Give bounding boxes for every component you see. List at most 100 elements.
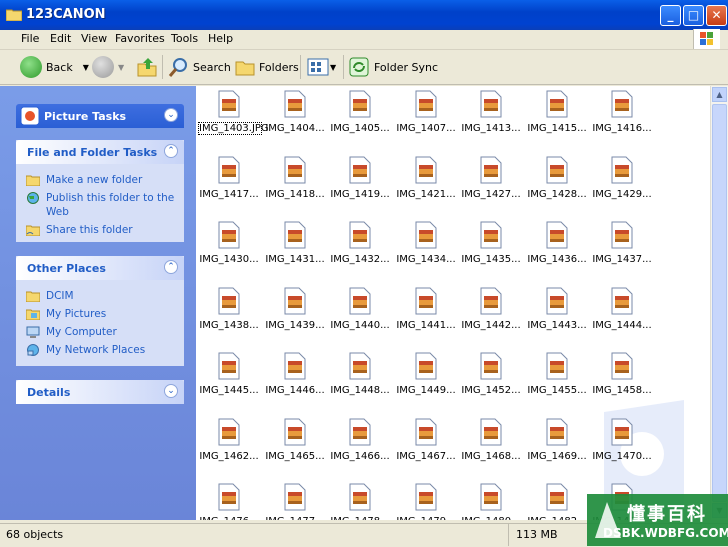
my-pictures-link[interactable]: My Pictures (26, 307, 176, 321)
views-button[interactable]: ▼ (306, 54, 336, 80)
image-file-icon (415, 418, 437, 446)
title-bar[interactable]: 123CANON _ □ ✕ (0, 0, 728, 30)
file-item[interactable]: IMG_1428... (526, 154, 588, 214)
file-item[interactable]: IMG_1482... (526, 481, 588, 520)
make-new-folder-link[interactable]: Make a new folder (26, 173, 176, 187)
file-item[interactable]: IMG_1427... (460, 154, 522, 214)
file-item[interactable]: IMG_1466... (329, 416, 391, 476)
file-item[interactable]: IMG_1443... (526, 285, 588, 345)
my-pictures-icon (26, 309, 40, 320)
file-item[interactable]: IMG_1439... (264, 285, 326, 345)
file-item[interactable]: IMG_1407... (395, 88, 457, 148)
my-network-places-link[interactable]: My Network Places (26, 343, 176, 357)
file-item[interactable]: IMG_1404... (264, 88, 326, 148)
scroll-up-button[interactable]: ▲ (712, 87, 727, 102)
my-computer-link[interactable]: My Computer (26, 325, 176, 339)
menu-help[interactable]: Help (208, 32, 233, 45)
file-item[interactable]: IMG_1444... (591, 285, 653, 345)
file-item[interactable]: IMG_1429... (591, 154, 653, 214)
image-file-icon (218, 352, 240, 380)
file-item[interactable]: IMG_1479... (395, 481, 457, 520)
forward-button[interactable]: ▼ (92, 54, 124, 80)
network-icon (27, 344, 39, 356)
folder-sync-button[interactable]: Folder Sync (348, 54, 438, 80)
file-item[interactable]: IMG_1465... (264, 416, 326, 476)
back-button[interactable]: Back ▼ (20, 54, 89, 80)
file-item[interactable]: IMG_1434... (395, 219, 457, 279)
menu-edit[interactable]: Edit (50, 32, 71, 45)
publish-web-link[interactable]: Publish this folder to the Web (26, 191, 176, 219)
search-button[interactable]: Search (168, 54, 231, 80)
file-item[interactable]: IMG_1421... (395, 154, 457, 214)
image-file-icon (218, 418, 240, 446)
file-item[interactable]: IMG_1437... (591, 219, 653, 279)
maximize-button[interactable]: □ (683, 5, 704, 26)
picture-tasks-panel[interactable]: Picture Tasks ⌄ (16, 104, 184, 128)
chevron-down-icon[interactable]: ⌄ (164, 108, 178, 122)
file-item[interactable]: IMG_1435... (460, 219, 522, 279)
file-item[interactable]: IMG_1440... (329, 285, 391, 345)
file-item[interactable]: IMG_1449... (395, 350, 457, 410)
chevron-up-icon[interactable]: ⌃ (164, 144, 178, 158)
file-item[interactable]: IMG_1438... (198, 285, 260, 345)
file-folder-tasks-header[interactable]: File and Folder Tasks ⌃ (16, 140, 184, 164)
file-item[interactable]: IMG_1478... (329, 481, 391, 520)
image-file-icon (415, 221, 437, 249)
file-item[interactable]: IMG_1403.JPG (198, 88, 269, 148)
up-folder-button[interactable] (136, 54, 158, 80)
file-item[interactable]: IMG_1418... (264, 154, 326, 214)
file-item[interactable]: IMG_1419... (329, 154, 391, 214)
file-item[interactable]: IMG_1405... (329, 88, 391, 148)
file-item[interactable]: IMG_1448... (329, 350, 391, 410)
dcim-link[interactable]: DCIM (26, 289, 176, 303)
other-places-header[interactable]: Other Places ⌃ (16, 256, 184, 280)
watermark-text: 懂事百科 (627, 504, 707, 525)
minimize-button[interactable]: _ (660, 5, 681, 26)
scroll-thumb[interactable] (712, 104, 727, 502)
menu-view[interactable]: View (81, 32, 107, 45)
file-name: IMG_1415... (527, 123, 587, 134)
file-item[interactable]: IMG_1431... (264, 219, 326, 279)
chevron-down-icon[interactable]: ⌄ (164, 384, 178, 398)
file-item[interactable]: IMG_1467... (395, 416, 457, 476)
other-places-title: Other Places (27, 262, 106, 275)
file-item[interactable]: IMG_1470... (591, 416, 653, 476)
chevron-up-icon[interactable]: ⌃ (164, 260, 178, 274)
file-item[interactable]: IMG_1452... (460, 350, 522, 410)
file-item[interactable]: IMG_1480... (460, 481, 522, 520)
file-item[interactable]: IMG_1442... (460, 285, 522, 345)
folders-button[interactable]: Folders (234, 54, 299, 80)
share-folder-link[interactable]: Share this folder (26, 223, 176, 237)
image-file-icon (480, 221, 502, 249)
file-item[interactable]: IMG_1476... (198, 481, 260, 520)
file-name: IMG_1470... (592, 451, 652, 462)
file-item[interactable]: IMG_1413... (460, 88, 522, 148)
file-item[interactable]: IMG_1415... (526, 88, 588, 148)
file-item[interactable]: IMG_1469... (526, 416, 588, 476)
file-item[interactable]: IMG_1436... (526, 219, 588, 279)
menu-file[interactable]: File (21, 32, 39, 45)
file-item[interactable]: IMG_1430... (198, 219, 260, 279)
file-item[interactable]: IMG_1441... (395, 285, 457, 345)
file-item[interactable]: IMG_1477... (264, 481, 326, 520)
vertical-scrollbar[interactable]: ▲ ▼ (710, 86, 728, 520)
file-item[interactable]: IMG_1416... (591, 88, 653, 148)
file-item[interactable]: IMG_1468... (460, 416, 522, 476)
computer-icon (26, 326, 40, 338)
file-name: IMG_1449... (396, 385, 456, 396)
file-item[interactable]: IMG_1446... (264, 350, 326, 410)
file-item[interactable]: IMG_1445... (198, 350, 260, 410)
toolbar: Back ▼ ▼ Search Folders ▼ Folder Sync (0, 50, 728, 85)
details-title: Details (27, 386, 71, 399)
folder-icon (26, 291, 40, 302)
details-header[interactable]: Details ⌄ (16, 380, 184, 404)
close-button[interactable]: ✕ (706, 5, 727, 26)
file-item[interactable]: IMG_1462... (198, 416, 260, 476)
menu-tools[interactable]: Tools (171, 32, 198, 45)
file-item[interactable]: IMG_1432... (329, 219, 391, 279)
file-item[interactable]: IMG_1455... (526, 350, 588, 410)
file-item[interactable]: IMG_1458... (591, 350, 653, 410)
file-item[interactable]: IMG_1417... (198, 154, 260, 214)
image-file-icon (349, 352, 371, 380)
menu-favorites[interactable]: Favorites (115, 32, 165, 45)
